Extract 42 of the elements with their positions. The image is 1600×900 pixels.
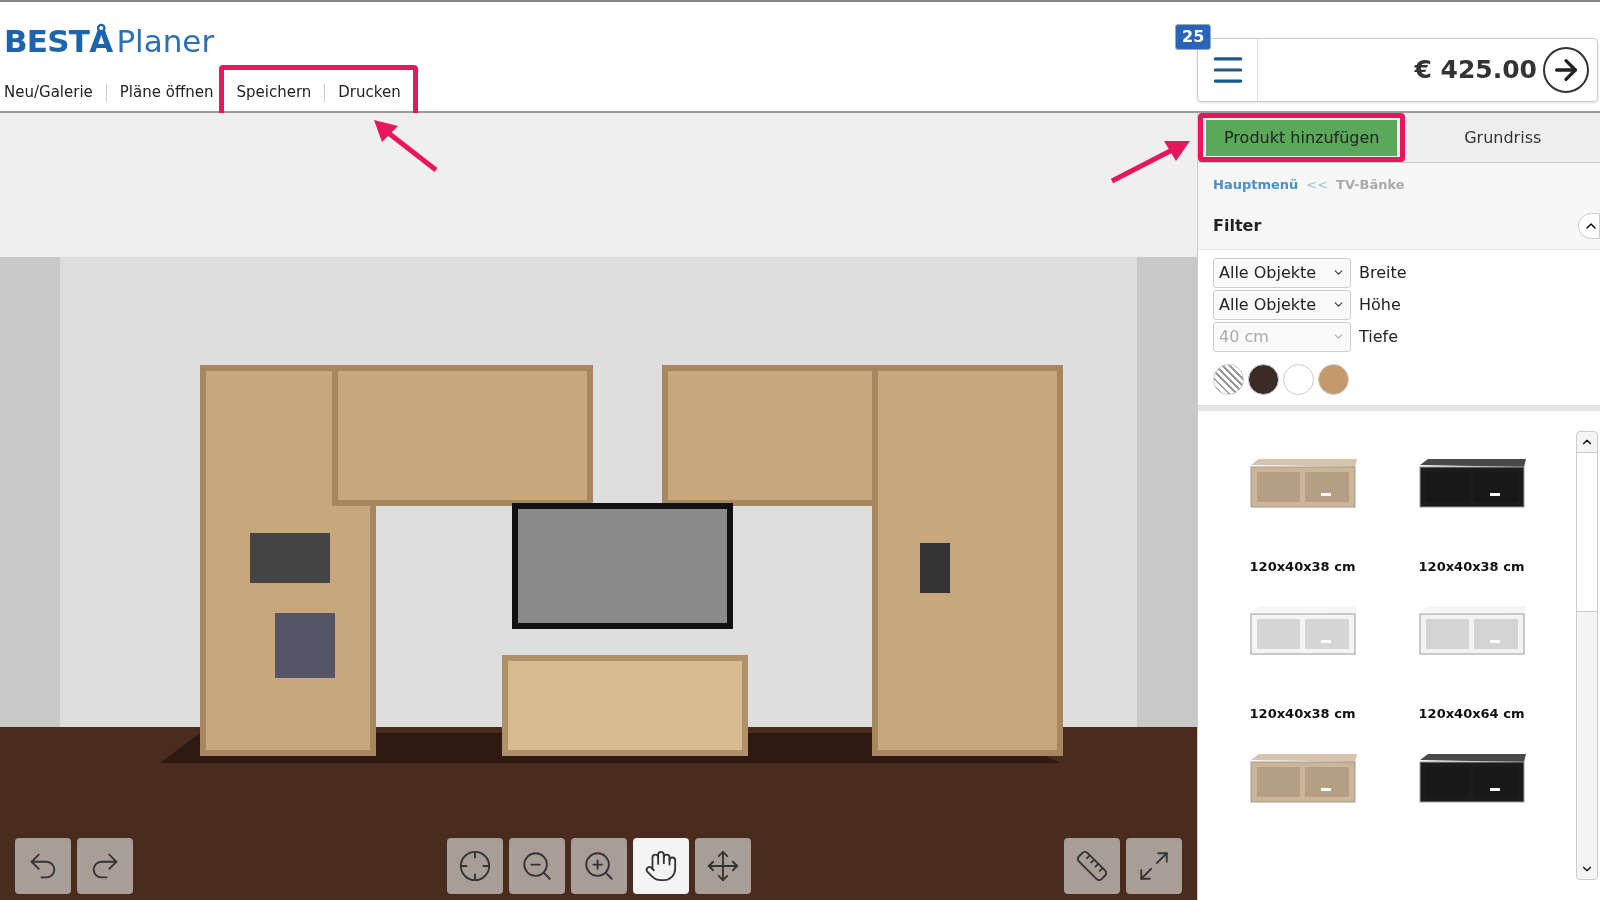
hand-icon	[643, 849, 678, 883]
logo-text: BESTÅ	[4, 22, 113, 61]
field-label: Höhe	[1359, 293, 1401, 316]
tool-button[interactable]	[570, 838, 627, 894]
filter-heading: Filter	[1213, 214, 1262, 237]
scrollbar[interactable]	[1576, 430, 1598, 880]
collapse-button[interactable]	[1578, 212, 1600, 239]
tool-button[interactable]	[632, 838, 689, 894]
fullscreen-icon	[1137, 849, 1171, 883]
tool-button[interactable]	[508, 838, 565, 894]
color-swatch[interactable]	[1318, 363, 1349, 395]
tool-button[interactable]	[1064, 838, 1120, 894]
menu-link[interactable]: Neu/Galerie	[4, 81, 93, 104]
tab[interactable]: Produkt hinzufügen	[1206, 119, 1398, 156]
select-field[interactable]: Alle Objekte	[1213, 257, 1351, 288]
count-badge: 25	[1175, 24, 1212, 50]
tool-button[interactable]	[694, 838, 751, 894]
tool-button[interactable]	[15, 838, 71, 894]
menu-link[interactable]: Drucken	[338, 81, 401, 104]
crosshair-icon	[457, 849, 492, 883]
checkout-button[interactable]	[1543, 47, 1589, 93]
breadcrumb-separator: <<	[1306, 176, 1329, 194]
product-size: 120x40x38 cm	[1249, 705, 1356, 723]
annotation-arrow	[372, 118, 440, 174]
product-size: 120x40x38 cm	[1249, 557, 1356, 576]
product-size: 120x40x38 cm	[1418, 557, 1525, 576]
select-field[interactable]: Alle Objekte	[1213, 289, 1351, 320]
field-label: Tiefe	[1359, 325, 1399, 348]
color-swatch[interactable]	[1248, 363, 1279, 395]
tape-measure-icon	[1075, 849, 1109, 883]
breadcrumb-current: TV-Bänke	[1336, 176, 1405, 194]
total-price: € 425.00	[1413, 54, 1538, 87]
product-size: 120x40x64 cm	[1418, 705, 1525, 723]
menu-link[interactable]: Pläne öffnen	[119, 81, 214, 104]
tab[interactable]: Grundriss	[1446, 119, 1560, 156]
field-label: Breite	[1359, 261, 1407, 284]
logo-text: Planer	[116, 22, 215, 61]
menu-link[interactable]: Speichern	[236, 81, 312, 104]
tool-button[interactable]	[446, 838, 503, 894]
move-icon	[705, 849, 740, 883]
color-swatch[interactable]	[1213, 363, 1244, 395]
color-swatch[interactable]	[1283, 363, 1314, 395]
